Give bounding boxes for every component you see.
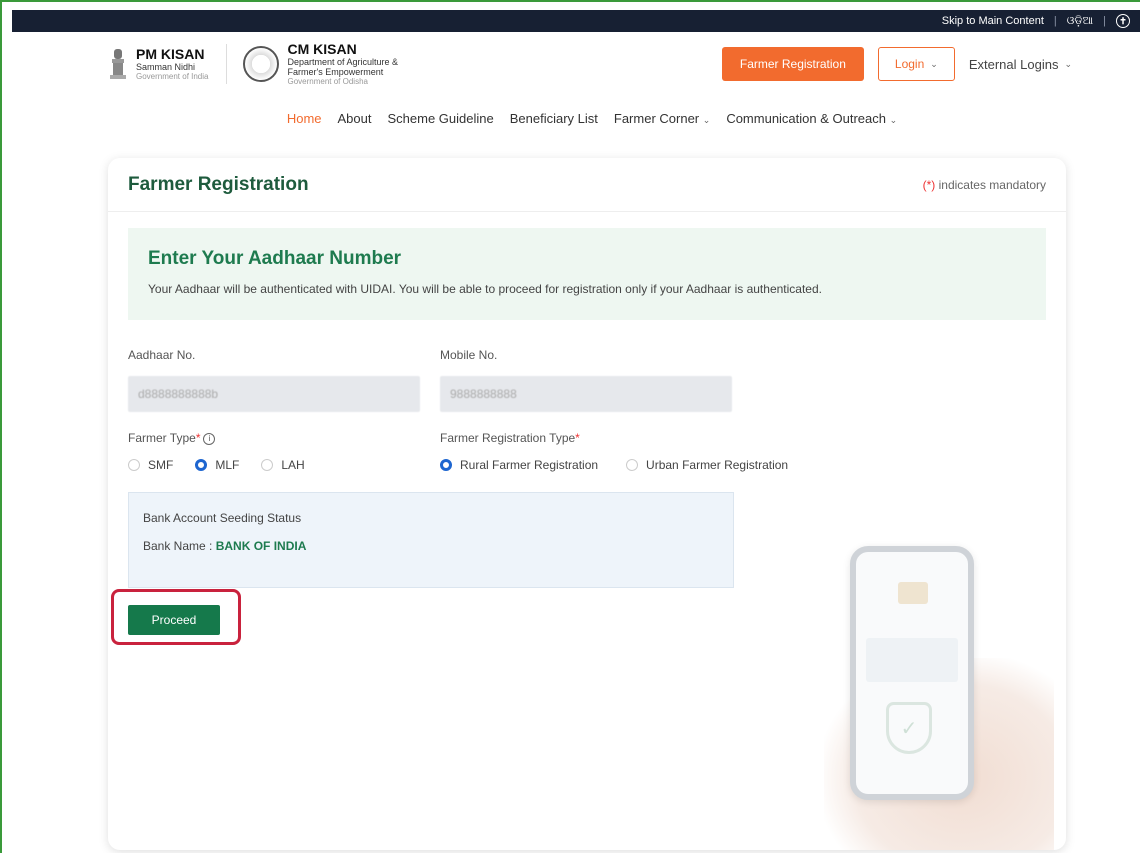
radio-button[interactable] <box>128 459 140 471</box>
mandatory-text: indicates mandatory <box>938 177 1046 192</box>
registration-type-label: Farmer Registration Type* <box>440 431 580 445</box>
bank-name-row: Bank Name : BANK OF INDIA <box>143 539 719 553</box>
required-star: * <box>195 431 201 445</box>
farmer-type-label: Farmer Type* i <box>128 431 216 445</box>
mandatory-note: (*) indicates mandatory <box>923 178 1046 192</box>
proceed-button[interactable]: Proceed <box>128 605 220 635</box>
radio-label: SMF <box>148 458 174 472</box>
header-actions: Farmer Registration Login ⌄ External Log… <box>721 47 1072 81</box>
pm-kisan-gov: Government of India <box>136 71 209 81</box>
bank-status-label: Bank Account Seeding Status <box>143 511 302 525</box>
phone-emblem-graphic <box>898 582 928 604</box>
cm-kisan-logo[interactable]: CM KISAN Department of Agriculture & Far… <box>243 40 399 87</box>
chevron-down-icon: ⌄ <box>1064 58 1072 69</box>
phone-graphic: ✓ <box>850 546 974 800</box>
radio-lah[interactable]: LAH <box>261 458 305 472</box>
divider: | <box>1053 15 1057 27</box>
nav-scheme-guideline[interactable]: Scheme Guideline <box>388 111 494 126</box>
radio-button-selected[interactable] <box>195 459 208 471</box>
nav-home[interactable]: Home <box>287 111 322 126</box>
pm-kisan-logo[interactable]: PM KISAN Samman Nidhi Government of Indi… <box>108 46 208 82</box>
farmer-type-radio-group: SMF MLF LAH <box>128 458 327 472</box>
site-header: PM KISAN Samman Nidhi Government of Indi… <box>12 32 1140 96</box>
mobile-label: Mobile No. <box>440 348 498 362</box>
aadhaar-label: Aadhaar No. <box>128 348 196 362</box>
shield-check-icon: ✓ <box>886 702 932 754</box>
radio-urban[interactable]: Urban Farmer Registration <box>626 458 788 472</box>
radio-rural[interactable]: Rural Farmer Registration <box>440 458 598 472</box>
cm-kisan-dept-line2: Farmer's Empowerment <box>287 66 384 77</box>
bank-seeding-status-box: Bank Account Seeding Status Bank Name : … <box>128 492 734 588</box>
required-star: * <box>575 431 580 445</box>
nav-communication-label: Communication & Outreach <box>726 110 886 126</box>
radio-button[interactable] <box>261 459 274 471</box>
phone-illustration: ✓ <box>824 538 1064 850</box>
radio-label: LAH <box>281 458 305 472</box>
nav-farmer-corner-label: Farmer Corner <box>613 110 700 126</box>
aadhaar-info-box: Enter Your Aadhaar Number Your Aadhaar w… <box>128 228 1046 320</box>
page-title: Farmer Registration <box>128 173 309 195</box>
registration-type-text: Farmer Registration Type <box>440 431 576 445</box>
nav-beneficiary-list[interactable]: Beneficiary List <box>510 111 598 126</box>
mandatory-star: (*) <box>922 177 936 192</box>
chevron-down-icon: ⌄ <box>702 114 711 125</box>
language-toggle[interactable]: ଓଡ଼ିଆ <box>1067 15 1093 28</box>
chevron-down-icon: ⌄ <box>930 58 938 69</box>
nav-about[interactable]: About <box>338 111 372 126</box>
cm-kisan-gov: Government of Odisha <box>287 76 368 86</box>
radio-button[interactable] <box>626 459 639 471</box>
bank-name-label: Bank Name : <box>143 539 216 553</box>
radio-mlf[interactable]: MLF <box>195 458 239 472</box>
login-dropdown-button[interactable]: Login ⌄ <box>877 47 955 81</box>
cm-kisan-dept-line1: Department of Agriculture & <box>287 56 399 67</box>
pm-kisan-title: PM KISAN <box>136 45 205 62</box>
farmer-type-text: Farmer Type <box>128 431 196 445</box>
odisha-seal-icon <box>243 46 280 82</box>
skip-to-main-link[interactable]: Skip to Main Content <box>942 15 1044 27</box>
mobile-input[interactable]: 9888888888 <box>440 376 732 412</box>
registration-type-radio-group: Rural Farmer Registration Urban Farmer R… <box>440 458 810 472</box>
accessibility-icon[interactable]: ✝ <box>1116 14 1130 28</box>
login-label: Login <box>894 57 925 71</box>
farmer-registration-button[interactable]: Farmer Registration <box>721 47 864 81</box>
aadhaar-input[interactable]: d8888888888b <box>128 376 420 412</box>
external-logins-dropdown[interactable]: External Logins ⌄ <box>969 57 1072 72</box>
info-text: Your Aadhaar will be authenticated with … <box>148 282 822 296</box>
phone-card-graphic <box>866 638 958 682</box>
divider: | <box>1103 15 1106 27</box>
top-utility-bar: Skip to Main Content | ଓଡ଼ିଆ | ✝ <box>12 10 1140 32</box>
cm-kisan-title: CM KISAN <box>287 40 357 57</box>
nav-communication-outreach[interactable]: Communication & Outreach ⌄ <box>726 111 897 126</box>
info-icon[interactable]: i <box>203 432 216 445</box>
pm-kisan-subtitle: Samman Nidhi <box>136 61 196 72</box>
registration-card: Farmer Registration (*) indicates mandat… <box>108 158 1066 850</box>
bank-name-value: BANK OF INDIA <box>215 539 307 553</box>
card-header: Farmer Registration (*) indicates mandat… <box>108 158 1066 212</box>
external-logins-label: External Logins <box>968 56 1059 72</box>
radio-button-selected[interactable] <box>440 459 452 471</box>
page-frame: Skip to Main Content | ଓଡ଼ିଆ | ✝ PM KISA… <box>0 0 1140 853</box>
radio-label: MLF <box>215 458 240 472</box>
logo-divider <box>226 44 228 84</box>
nav-farmer-corner[interactable]: Farmer Corner ⌄ <box>614 111 710 126</box>
radio-label: Rural Farmer Registration <box>460 458 599 472</box>
main-nav: Home About Scheme Guideline Beneficiary … <box>12 96 1140 140</box>
chevron-down-icon: ⌄ <box>889 114 898 125</box>
radio-label: Urban Farmer Registration <box>646 458 789 472</box>
national-emblem-icon <box>108 46 128 82</box>
info-title: Enter Your Aadhaar Number <box>148 248 402 269</box>
radio-smf[interactable]: SMF <box>128 458 173 472</box>
